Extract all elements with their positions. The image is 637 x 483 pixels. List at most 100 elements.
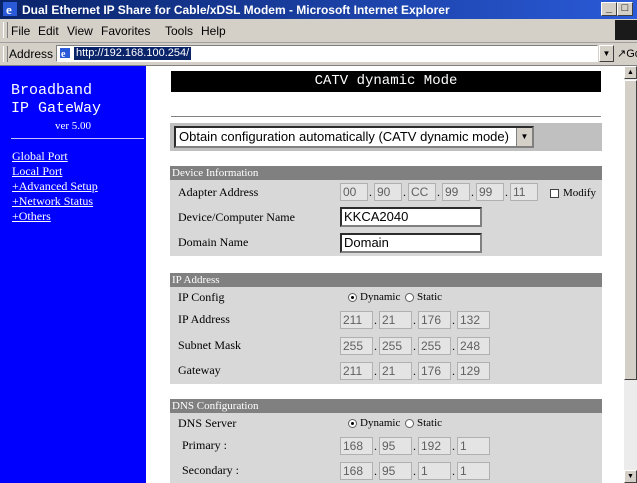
menu-help[interactable]: Help	[201, 24, 226, 38]
sidebar-link-advanced-setup[interactable]: +Advanced Setup	[12, 179, 98, 194]
mask-octet-3[interactable]: 255	[418, 337, 451, 355]
mask-octet-1[interactable]: 255	[340, 337, 373, 355]
maximize-button[interactable]: □	[617, 2, 633, 16]
gateway-octet-2[interactable]: 21	[379, 362, 412, 380]
subnet-mask-label: Subnet Mask	[178, 338, 241, 352]
brand-line-1: Broadband	[11, 82, 93, 99]
dns-server-label: DNS Server	[178, 416, 237, 430]
mask-octet-4[interactable]: 248	[457, 337, 490, 355]
section-header-dns: DNS Configuration	[170, 399, 602, 413]
ip-octet-1[interactable]: 211	[340, 311, 373, 329]
secondary-octet-1[interactable]: 168	[340, 462, 373, 480]
ip-address-label: IP Address	[178, 312, 230, 326]
menu-file[interactable]: File	[11, 24, 30, 38]
gateway-label: Gateway	[178, 363, 221, 377]
sidebar-link-global-port[interactable]: Global Port	[12, 149, 68, 164]
menu-tools[interactable]: Tools	[165, 24, 193, 38]
modify-label: Modify	[563, 187, 596, 199]
page-title: CATV dynamic Mode	[171, 71, 601, 92]
adapter-octet-5[interactable]: 99	[476, 183, 504, 201]
ip-address-row: IP Address 211 . 21 . 176 . 132	[170, 307, 602, 333]
adapter-octet-6[interactable]: 11	[510, 183, 538, 201]
scroll-thumb[interactable]	[624, 80, 637, 380]
ip-octet-3[interactable]: 176	[418, 311, 451, 329]
scroll-up-button[interactable]: ▲	[624, 66, 637, 79]
dns-primary-label: Primary :	[182, 438, 227, 452]
address-bar: Address e http://192.168.100.254/ ▼ ↗Go	[0, 43, 637, 66]
dns-secondary-label: Secondary :	[182, 463, 239, 477]
address-url: http://192.168.100.254/	[74, 47, 192, 60]
domain-name-row: Domain Name Domain	[170, 229, 602, 256]
primary-octet-4[interactable]: 1	[457, 437, 490, 455]
mode-bar: Obtain configuration automatically (CATV…	[170, 123, 602, 151]
gateway-row: Gateway 211 . 21 . 176 . 129	[170, 358, 602, 384]
sidebar-divider	[11, 138, 144, 139]
gateway-octet-1[interactable]: 211	[340, 362, 373, 380]
toolbar-grip	[3, 46, 8, 62]
secondary-octet-2[interactable]: 95	[379, 462, 412, 480]
gateway-octet-3[interactable]: 176	[418, 362, 451, 380]
svg-text:e: e	[61, 49, 66, 59]
minimize-button[interactable]: _	[601, 2, 617, 16]
primary-octet-3[interactable]: 192	[418, 437, 451, 455]
toolbar-grip	[3, 22, 8, 38]
ip-dynamic-radio[interactable]	[348, 293, 357, 302]
adapter-octet-3[interactable]: CC	[408, 183, 436, 201]
primary-octet-2[interactable]: 95	[379, 437, 412, 455]
dns-secondary-row: Secondary : 168 . 95 . 1 . 1	[170, 458, 602, 483]
mask-octet-2[interactable]: 255	[379, 337, 412, 355]
primary-octet-1[interactable]: 168	[340, 437, 373, 455]
version-label: ver 5.00	[54, 120, 92, 132]
ip-config-row: IP Config Dynamic Static	[170, 287, 602, 307]
menu-bar: File Edit View Favorites Tools Help	[0, 19, 637, 43]
gateway-octet-4[interactable]: 129	[457, 362, 490, 380]
vertical-scrollbar[interactable]: ▲ ▼	[624, 66, 637, 483]
svg-text:e: e	[6, 2, 12, 16]
ip-static-radio[interactable]	[405, 293, 414, 302]
device-name-input[interactable]: KKCA2040	[340, 207, 482, 227]
chevron-down-icon[interactable]: ▼	[516, 128, 532, 146]
ip-dynamic-label: Dynamic	[360, 291, 401, 303]
ip-octet-4[interactable]: 132	[457, 311, 490, 329]
ip-static-label: Static	[417, 291, 443, 303]
adapter-octet-4[interactable]: 99	[442, 183, 470, 201]
sidebar-link-network-status[interactable]: +Network Status	[12, 194, 93, 209]
device-name-label: Device/Computer Name	[178, 210, 295, 224]
dns-dynamic-radio[interactable]	[348, 419, 357, 428]
adapter-octet-1[interactable]: 00	[340, 183, 368, 201]
go-button[interactable]: ↗Go	[617, 47, 637, 60]
dns-static-label: Static	[417, 417, 443, 429]
domain-name-input[interactable]: Domain	[340, 233, 482, 253]
main-content: CATV dynamic Mode Obtain configuration a…	[146, 66, 624, 483]
page-icon: e	[60, 48, 70, 59]
menu-view[interactable]: View	[67, 24, 93, 38]
window-titlebar: e Dual Ethernet IP Share for Cable/xDSL …	[0, 0, 637, 19]
sidebar-link-others[interactable]: +Others	[12, 209, 51, 224]
address-dropdown-button[interactable]: ▼	[599, 45, 614, 62]
ip-config-label: IP Config	[178, 290, 225, 304]
adapter-octet-2[interactable]: 90	[374, 183, 402, 201]
menu-favorites[interactable]: Favorites	[101, 24, 150, 38]
divider	[171, 116, 601, 117]
window-title: Dual Ethernet IP Share for Cable/xDSL Mo…	[22, 3, 450, 17]
mode-select-value: Obtain configuration automatically (CATV…	[179, 129, 509, 144]
dns-primary-row: Primary : 168 . 95 . 192 . 1	[170, 433, 602, 458]
scroll-down-button[interactable]: ▼	[624, 470, 637, 483]
modify-checkbox[interactable]	[550, 189, 559, 198]
address-input[interactable]: e http://192.168.100.254/	[56, 45, 598, 62]
brand-line-2: IP GateWay	[11, 100, 102, 117]
windows-logo-icon	[615, 20, 637, 40]
subnet-mask-row: Subnet Mask 255 . 255 . 255 . 248	[170, 333, 602, 358]
section-header-ip-address: IP Address	[170, 273, 602, 287]
menu-edit[interactable]: Edit	[38, 24, 59, 38]
dns-static-radio[interactable]	[405, 419, 414, 428]
mode-select[interactable]: Obtain configuration automatically (CATV…	[174, 126, 534, 148]
ie-icon: e	[3, 2, 17, 16]
secondary-octet-4[interactable]: 1	[457, 462, 490, 480]
secondary-octet-3[interactable]: 1	[418, 462, 451, 480]
domain-name-label: Domain Name	[178, 235, 249, 249]
sidebar-link-local-port[interactable]: Local Port	[12, 164, 62, 179]
sidebar: Broadband IP GateWay ver 5.00 Global Por…	[0, 66, 146, 483]
address-label: Address	[9, 47, 54, 61]
ip-octet-2[interactable]: 21	[379, 311, 412, 329]
